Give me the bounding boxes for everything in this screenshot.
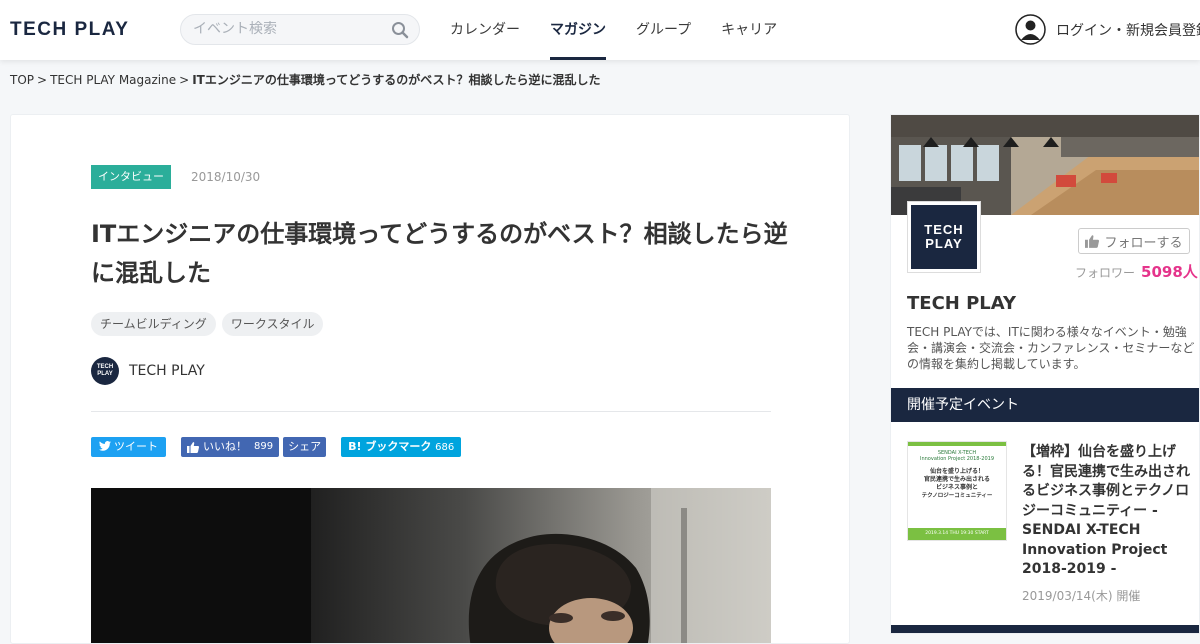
main-nav: カレンダー マガジン グループ キャリア [450,0,807,60]
breadcrumb-magazine[interactable]: TECH PLAY Magazine [50,73,176,87]
event-thumbnail[interactable]: SENDAI X-TECH Innovation Project 2018-20… [907,441,1007,541]
avatar: TECH PLAY [91,357,119,385]
facebook-share-button[interactable]: シェア [283,437,327,457]
nav-calendar[interactable]: カレンダー [450,0,520,60]
hatena-bookmark-button[interactable]: B! ブックマーク 686 [341,437,462,457]
organizer-cover-image [891,115,1199,215]
office-photo-icon [891,115,1199,215]
thumb-line: ビジネス事例と [935,484,978,491]
facebook-like-button[interactable]: いいね！ 899 [181,437,280,457]
tweet-button[interactable]: ツイート [91,437,166,457]
organizer-description: TECH PLAYでは、ITに関わる様々なイベント・勉強会・講演会・交流会・カン… [907,325,1195,371]
login-link[interactable]: ログイン・新規会員登録 [1015,14,1200,45]
site-header: TECH PLAY カレンダー マガジン グループ キャリア ログイン・新規会員… [0,0,1200,60]
organizer-name[interactable]: TECH PLAY [907,293,1016,314]
person-photo-icon [91,488,771,643]
organizer-logo[interactable]: TECH PLAY [907,201,981,273]
nav-magazine[interactable]: マガジン [550,0,606,60]
search-input[interactable] [193,21,383,37]
tag-work-style[interactable]: ワークスタイル [221,312,324,336]
category-badge[interactable]: インタビュー [91,165,171,189]
breadcrumb: TOP > TECH PLAY Magazine > ITエンジニアの仕事環境ってどうす… [10,71,600,88]
organizer-logo-mark: TECH PLAY [911,205,977,269]
upcoming-events-heading: 開催予定イベント [891,388,1199,422]
nav-group[interactable]: グループ [636,0,691,60]
breadcrumb-separator: > [179,73,190,87]
tag-team-building[interactable]: チームビルディング [91,312,216,336]
event-title-link[interactable]: 【増枠】仙台を盛り上げる！官民連携で生み出されるビジネス事例とテクノロジーコミュ… [1022,443,1194,580]
thumb-line: Innovation Project 2018-2019 [919,456,994,462]
hatena-label: B! ブックマーク [348,440,432,453]
login-label: ログイン・新規会員登録 [1056,22,1200,39]
follow-button[interactable]: フォローする [1078,228,1190,254]
site-logo[interactable]: TECH PLAY [10,19,129,41]
share-bar: ツイート いいね！ 899 シェア B! ブックマーク 686 [91,437,462,457]
thumb-footer: 2019.3.14 THU 19:30 START [908,528,1006,540]
like-count: 899 [254,441,274,452]
like-label: いいね！ [203,440,247,453]
hatena-count: 686 [435,442,455,453]
breadcrumb-top[interactable]: TOP [10,73,34,87]
tag-list: チームビルディング ワークスタイル [91,312,329,336]
divider [91,411,771,412]
author-info[interactable]: TECH PLAY TECH PLAY [91,357,205,385]
tweet-label: ツイート [114,440,158,453]
thumbs-up-icon [187,441,199,453]
twitter-bird-icon [99,441,111,451]
article-hero-image [91,488,771,643]
search-box[interactable] [180,14,420,45]
article-card: インタビュー 2018/10/30 ITエンジニアの仕事環境ってどうするのがベス… [10,114,850,644]
followers-label: フォロワー [1075,266,1136,280]
event-date: 2019/03/14(木) 開催 [1022,589,1141,603]
user-icon [1015,14,1046,45]
followers-count: 5098人 [1141,263,1198,281]
article-title: ITエンジニアの仕事環境ってどうするのがベスト？相談したら逆に混乱した [91,220,788,287]
organizer-sidebar: TECH PLAY フォローする フォロワー 5098人 TECH PLAY TEC… [890,114,1200,634]
nav-career[interactable]: キャリア [721,0,777,60]
thumbs-up-icon [1085,234,1100,248]
article-date: 2018/10/30 [191,170,261,184]
follower-count: フォロワー 5098人 [1075,261,1198,282]
thumb-line: 官民連携で生み出される [923,476,990,483]
follow-label: フォローする [1104,235,1183,251]
thumb-line: テクノロジーコミュニティー [921,493,993,499]
thumb-line: 仙台を盛り上げる！ [929,468,984,475]
breadcrumb-separator: > [37,73,48,87]
thumb-top-band [908,442,1006,446]
breadcrumb-current: ITエンジニアの仕事環境ってどうするのがベスト？相談したら逆に混乱した [192,73,601,87]
author-name: TECH PLAY [129,363,205,379]
search-icon[interactable] [391,21,409,39]
